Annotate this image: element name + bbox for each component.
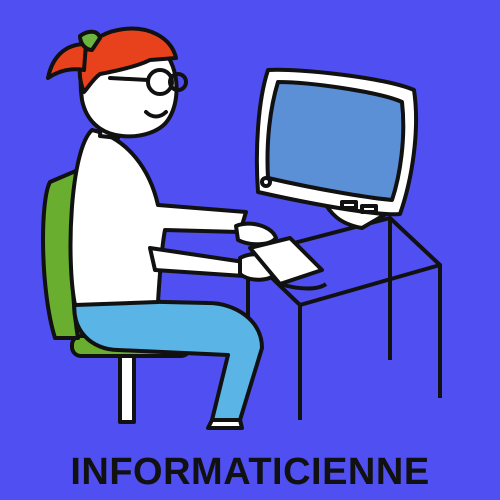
woman-typing-at-computer-illustration xyxy=(0,0,500,440)
pictogram-card: INFORMATICIENNE xyxy=(0,0,500,500)
caption-title: INFORMATICIENNE xyxy=(70,451,430,493)
